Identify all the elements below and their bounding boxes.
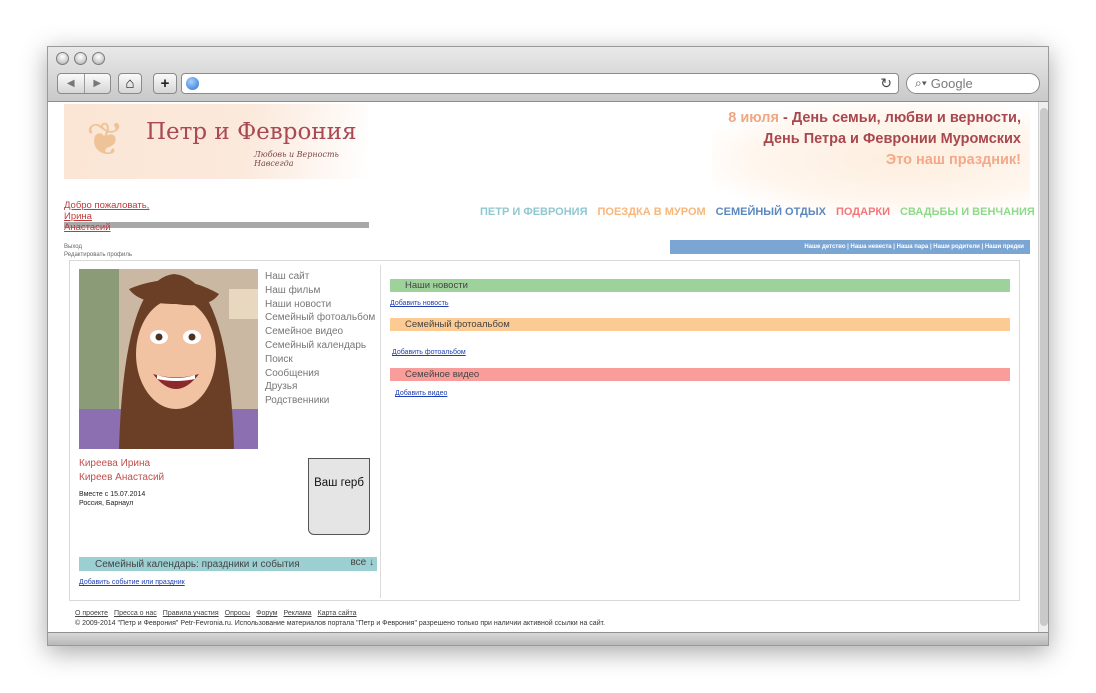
home-icon: ⌂	[125, 75, 135, 92]
page-footer: О проекте Пресса о нас Правила участия О…	[75, 609, 605, 629]
welcome-link[interactable]: Добро пожаловать,	[64, 200, 149, 211]
family-crest[interactable]: Ваш герб	[308, 458, 370, 535]
menu-search[interactable]: Поиск	[265, 353, 375, 367]
profile-details: Вместе с 15.07.2014 Россия, Барнаул	[79, 491, 145, 508]
footer-link-ads[interactable]: Реклама	[283, 609, 311, 619]
nav-peter-fevronia[interactable]: ПЕТР И ФЕВРОНИЯ	[480, 206, 588, 218]
welcome-block: Добро пожаловать, Ирина Анастасий	[64, 200, 149, 233]
news-section-bar: Наши новости	[390, 279, 1010, 292]
album-section-bar: Семейный фотоальбом	[390, 318, 1010, 331]
nav-family-rest[interactable]: СЕМЕЙНЫЙ ОТДЫХ	[716, 206, 826, 218]
portrait-image	[79, 269, 258, 449]
logout-link[interactable]: Выход	[64, 244, 132, 252]
search-placeholder: Google	[930, 76, 973, 91]
news-title: Наши новости	[405, 280, 468, 291]
menu-our-site[interactable]: Наш сайт	[265, 270, 375, 284]
back-arrow-icon[interactable]: ◀	[58, 74, 85, 93]
main-content: Наш сайт Наш фильм Наши новости Семейный…	[69, 260, 1020, 601]
edit-profile-link[interactable]: Редактировать профиль	[64, 252, 132, 260]
footer-link-polls[interactable]: Опросы	[225, 609, 251, 619]
add-video-link[interactable]: Добавить видео	[395, 390, 447, 397]
reload-icon[interactable]: ↻	[880, 75, 892, 92]
user-name-link-2[interactable]: Анастасий	[64, 222, 149, 233]
copyright: © 2009-2014 "Петр и Феврония" Petr-Fevro…	[75, 620, 605, 627]
footer-links: О проекте Пресса о нас Правила участия О…	[75, 609, 605, 619]
site-logo[interactable]: ❦ Петр и Феврония Любовь и Верность Навс…	[64, 104, 368, 179]
sub-nav-links[interactable]: Наше детство | Наша невеста | Наша пара …	[804, 244, 1024, 250]
search-icon: ⌕▾	[915, 76, 927, 90]
user-name-link-1[interactable]: Ирина	[64, 211, 149, 222]
calendar-bar: Семейный календарь: праздники и события …	[79, 557, 377, 571]
new-tab-button[interactable]: +	[153, 73, 177, 94]
headline-date: 8 июля	[728, 110, 779, 126]
column-divider	[380, 265, 381, 598]
zoom-window-button[interactable]	[92, 52, 105, 65]
site-title: Петр и Феврония	[146, 119, 357, 145]
menu-family-calendar[interactable]: Семейный календарь	[265, 339, 375, 353]
web-page: ❦ Петр и Феврония Любовь и Верность Навс…	[48, 102, 1038, 634]
ornament-icon: ❦	[86, 113, 125, 165]
globe-icon	[186, 77, 199, 90]
footer-link-sitemap[interactable]: Карта сайта	[318, 609, 357, 619]
couple-names: Киреева Ирина Киреев Анастасий	[79, 457, 164, 485]
browser-toolbar: ◀ ▶ ⌂ + ↻ ⌕▾ Google	[48, 47, 1048, 102]
video-section-bar: Семейное видео	[390, 368, 1010, 381]
history-nav: ◀ ▶	[57, 73, 111, 94]
album-title: Семейный фотоальбом	[405, 319, 510, 330]
search-field[interactable]: ⌕▾ Google	[906, 73, 1040, 94]
sub-nav-bar: Наше детство | Наша невеста | Наша пара …	[670, 240, 1030, 254]
calendar-all-link[interactable]: все ↓	[350, 557, 374, 568]
minimize-window-button[interactable]	[74, 52, 87, 65]
profile-name-1: Киреева Ирина	[79, 458, 151, 469]
nav-weddings[interactable]: СВАДЬБЫ И ВЕНЧАНИЯ	[900, 206, 1035, 218]
menu-our-news[interactable]: Наши новости	[265, 298, 375, 312]
footer-link-rules[interactable]: Правила участия	[163, 609, 219, 619]
together-since: Вместе с 15.07.2014	[79, 491, 146, 498]
add-album-link[interactable]: Добавить фотоальбом	[392, 349, 466, 356]
profile-name-2: Киреев Анастасий	[79, 472, 165, 483]
menu-friends[interactable]: Друзья	[265, 380, 375, 394]
profile-photo[interactable]	[79, 269, 258, 449]
scroll-thumb[interactable]	[1040, 108, 1048, 626]
menu-our-film[interactable]: Наш фильм	[265, 284, 375, 298]
crest-label: Ваш герб	[314, 477, 364, 489]
profile-location: Россия, Барнаул	[79, 499, 134, 507]
forward-arrow-icon[interactable]: ▶	[85, 74, 111, 93]
vertical-scrollbar[interactable]	[1038, 102, 1048, 634]
address-bar[interactable]: ↻	[181, 73, 899, 94]
status-bar	[48, 632, 1048, 645]
calendar-title: Семейный календарь: праздники и события	[95, 558, 300, 570]
side-menu: Наш сайт Наш фильм Наши новости Семейный…	[265, 270, 375, 408]
plus-icon: +	[160, 75, 170, 92]
menu-relatives[interactable]: Родственники	[265, 394, 375, 408]
headline: 8 июля - День семьи, любви и верности, Д…	[728, 108, 1021, 171]
footer-link-press[interactable]: Пресса о нас	[114, 609, 157, 619]
footer-link-forum[interactable]: Форум	[256, 609, 277, 619]
menu-photo-album[interactable]: Семейный фотоальбом	[265, 311, 375, 325]
video-title: Семейное видео	[405, 369, 480, 380]
close-window-button[interactable]	[56, 52, 69, 65]
site-subtitle: Любовь и Верность Навсегда	[254, 150, 339, 168]
footer-link-about[interactable]: О проекте	[75, 609, 108, 619]
nav-trip-murom[interactable]: ПОЕЗДКА В МУРОМ	[598, 206, 706, 218]
headline-text-2: День Петра и Февронии Муромских	[763, 131, 1021, 147]
nav-gifts[interactable]: ПОДАРКИ	[836, 206, 890, 218]
menu-family-video[interactable]: Семейное видео	[265, 325, 375, 339]
headline-text-1: - День семьи, любви и верности,	[778, 110, 1021, 126]
account-links: Выход Редактировать профиль	[64, 244, 132, 259]
browser-window: ◀ ▶ ⌂ + ↻ ⌕▾ Google ❦ Петр и Феврония Лю…	[47, 46, 1049, 646]
headline-text-3: Это наш праздник!	[885, 152, 1021, 168]
add-news-link[interactable]: Добавить новость	[390, 300, 449, 307]
menu-messages[interactable]: Сообщения	[265, 367, 375, 381]
home-button[interactable]: ⌂	[118, 73, 142, 94]
add-event-link[interactable]: Добавить событие или праздник	[79, 579, 185, 586]
main-nav: ПЕТР И ФЕВРОНИЯ ПОЕЗДКА В МУРОМ СЕМЕЙНЫЙ…	[480, 206, 1035, 218]
